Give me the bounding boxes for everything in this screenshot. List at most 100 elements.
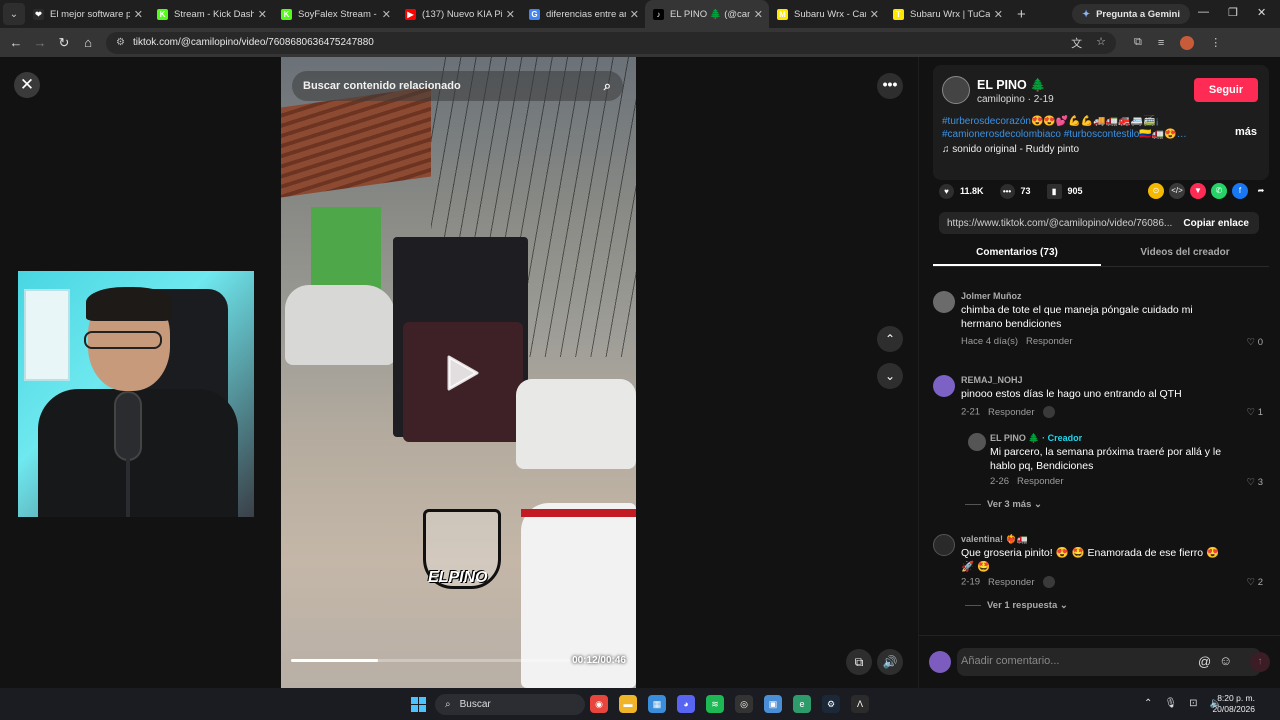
- repost-icon[interactable]: ▼: [1190, 183, 1206, 199]
- whatsapp-icon[interactable]: ✆: [1211, 183, 1227, 199]
- tab-close-icon[interactable]: ✕: [134, 8, 143, 21]
- commenter-avatar[interactable]: [933, 534, 955, 556]
- tab-close-icon[interactable]: ✕: [258, 8, 267, 21]
- floating-player-button[interactable]: ⧉: [846, 649, 872, 675]
- comment-like[interactable]: ♡ 2: [1247, 577, 1263, 588]
- more-options-button[interactable]: •••: [877, 73, 903, 99]
- view-more-replies-button[interactable]: Ver 3 más ⌄: [965, 499, 1042, 510]
- new-tab-button[interactable]: +: [1017, 6, 1026, 23]
- tab-close-icon[interactable]: ✕: [630, 8, 639, 21]
- comment-input-placeholder[interactable]: Añadir comentario...: [961, 655, 1059, 667]
- volume-icon[interactable]: 🔊: [877, 649, 903, 675]
- site-info-icon[interactable]: ⚙: [116, 37, 125, 48]
- chrome-icon[interactable]: ◉: [590, 695, 608, 713]
- browser-tab[interactable]: K SoyFalex Stream - Watch ✕: [273, 0, 397, 28]
- play-icon[interactable]: [441, 353, 481, 393]
- photos-icon[interactable]: ▣: [764, 695, 782, 713]
- tab-close-icon[interactable]: ✕: [870, 8, 879, 21]
- like-stat[interactable]: ♥ 11.8K: [939, 183, 984, 199]
- browser-tab[interactable]: ♪ EL PINO 🌲 (@camilopino) ✕: [645, 0, 769, 28]
- bookmark-star-icon[interactable]: ☆: [1096, 35, 1106, 51]
- view-replies-button[interactable]: Ver 1 respuesta ⌄: [965, 600, 1068, 611]
- creator-avatar[interactable]: [942, 76, 970, 104]
- forward-button[interactable]: →: [28, 35, 52, 50]
- previous-video-button[interactable]: ⌃: [877, 326, 903, 352]
- share-arrow-icon[interactable]: ➦: [1253, 183, 1269, 199]
- video-description[interactable]: #turberosdecorazón😍😍💕💪💪🚚🚛🚒🚐🚎¡ #camionero…: [942, 115, 1192, 141]
- facebook-icon[interactable]: f: [1232, 183, 1248, 199]
- reply-button[interactable]: Responder: [988, 407, 1034, 418]
- commenter-name[interactable]: EL PINO 🌲 · Creador: [990, 433, 1082, 444]
- browser-tab[interactable]: Gdiferencias entre ambos ✕: [521, 0, 645, 28]
- network-icon[interactable]: ⊡: [1189, 698, 1197, 709]
- minimize-button[interactable]: —: [1198, 6, 1209, 18]
- close-window-button[interactable]: ✕: [1257, 6, 1266, 19]
- tab-search-button[interactable]: ⌄: [3, 3, 25, 25]
- search-icon[interactable]: ⌕: [604, 78, 611, 94]
- microphone-icon[interactable]: 🎙: [1164, 698, 1177, 709]
- taskbar-clock[interactable]: 8:20 p. m. 20/08/2026: [1212, 693, 1255, 715]
- browser-tab[interactable]: ▶ (137) Nuevo KIA Picanto ✕: [397, 0, 521, 28]
- creator-handle-date[interactable]: camilopino · 2-19: [977, 94, 1054, 105]
- tray-overflow-icon[interactable]: ⌃: [1144, 698, 1152, 709]
- save-stat[interactable]: ▮ 905: [1046, 183, 1083, 199]
- follow-button[interactable]: Seguir: [1194, 78, 1258, 102]
- mention-icon[interactable]: @: [1198, 654, 1211, 669]
- commenter-avatar[interactable]: [933, 291, 955, 313]
- related-search-input[interactable]: Buscar contenido relacionado ⌕: [292, 71, 623, 101]
- comment-like[interactable]: ♡ 0: [1247, 337, 1263, 348]
- tab-close-icon[interactable]: ✕: [506, 8, 515, 21]
- url-text[interactable]: tiktok.com/@camilopino/video/76086806364…: [133, 37, 374, 48]
- video-link[interactable]: https://www.tiktok.com/@camilopino/video…: [947, 218, 1175, 229]
- tab-creator-videos[interactable]: Videos del creador: [1101, 243, 1269, 266]
- video-player[interactable]: ELPINO Buscar contenido relacionado ⌕ 00…: [281, 57, 636, 688]
- comment-like[interactable]: ♡ 3: [1247, 477, 1263, 488]
- see-more-button[interactable]: más: [1235, 126, 1257, 138]
- browser-menu-icon[interactable]: ⋮: [1210, 36, 1221, 49]
- steam-icon[interactable]: ⚙: [822, 695, 840, 713]
- spotify-icon[interactable]: ≋: [706, 695, 724, 713]
- url-bar[interactable]: ⚙ tiktok.com/@camilopino/video/760868063…: [106, 31, 1116, 54]
- tab-comments[interactable]: Comentarios (73): [933, 243, 1101, 266]
- comment-like[interactable]: ♡ 1: [1247, 407, 1263, 418]
- copy-link-button[interactable]: Copiar enlace: [1183, 218, 1249, 229]
- start-icon[interactable]: [411, 697, 426, 712]
- store-icon[interactable]: ▦: [648, 695, 666, 713]
- reply-button[interactable]: Responder: [988, 577, 1034, 588]
- browser-tab[interactable]: T Subaru Wrx | TuCarro ✕: [885, 0, 1009, 28]
- commenter-avatar[interactable]: [968, 433, 986, 451]
- coin-icon[interactable]: ⊙: [1148, 183, 1164, 199]
- nvidia-icon[interactable]: Λ: [851, 695, 869, 713]
- extensions-icon[interactable]: ⧉: [1134, 36, 1142, 49]
- commenter-avatar[interactable]: [933, 375, 955, 397]
- creator-name[interactable]: EL PINO 🌲: [977, 78, 1046, 93]
- taskbar-search[interactable]: ⌕ Buscar: [435, 694, 585, 715]
- media-control-icon[interactable]: ≡: [1158, 37, 1164, 49]
- close-video-button[interactable]: ✕: [14, 72, 40, 98]
- commenter-name[interactable]: REMAJ_NOHJ: [961, 375, 1023, 385]
- sound-link[interactable]: ♫ sonido original - Ruddy pinto: [942, 144, 1079, 155]
- browser-tab[interactable]: ❤ El mejor software para ✕: [25, 0, 149, 28]
- commenter-name[interactable]: valentina! ❤️‍🔥🚛: [961, 534, 1028, 545]
- emoji-icon[interactable]: ☺: [1219, 653, 1232, 668]
- next-video-button[interactable]: ⌄: [877, 363, 903, 389]
- embed-icon[interactable]: </>: [1169, 183, 1185, 199]
- reply-button[interactable]: Responder: [1026, 336, 1072, 347]
- obs-icon[interactable]: ◎: [735, 695, 753, 713]
- reply-button[interactable]: Responder: [1017, 476, 1063, 487]
- comment-stat[interactable]: ••• 73: [999, 183, 1031, 199]
- profile-avatar[interactable]: [1180, 35, 1195, 50]
- tab-close-icon[interactable]: ✕: [754, 8, 763, 21]
- reload-button[interactable]: ↻: [52, 35, 76, 51]
- browser-tab[interactable]: M Subaru Wrx - Carros ✕: [769, 0, 885, 28]
- commenter-name[interactable]: Jolmer Muñoz: [961, 291, 1022, 301]
- gemini-button[interactable]: ✦ Pregunta a Gemini: [1072, 4, 1190, 24]
- discord-icon[interactable]: ◕: [677, 695, 695, 713]
- home-button[interactable]: ⌂: [76, 35, 100, 50]
- back-button[interactable]: ←: [4, 35, 28, 50]
- restore-button[interactable]: ❐: [1228, 6, 1238, 19]
- tab-close-icon[interactable]: ✕: [382, 8, 391, 21]
- folder-icon[interactable]: ▬: [619, 695, 637, 713]
- edge-icon[interactable]: e: [793, 695, 811, 713]
- browser-tab[interactable]: K Stream - Kick Dashboard ✕: [149, 0, 273, 28]
